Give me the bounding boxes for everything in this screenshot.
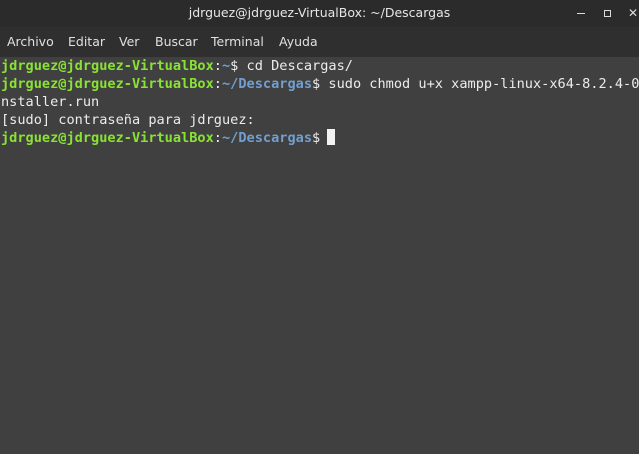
- menu-terminal[interactable]: Terminal: [211, 27, 264, 57]
- terminal-line: jdrguez@jdrguez-VirtualBox:~$ cd Descarg…: [1, 57, 353, 76]
- menu-editar[interactable]: Editar: [68, 27, 105, 57]
- minimize-button[interactable]: [568, 0, 594, 26]
- menu-archivo[interactable]: Archivo: [7, 27, 54, 57]
- minimize-icon: [577, 12, 585, 15]
- maximize-button[interactable]: [594, 0, 620, 26]
- prompt-separator: :: [213, 58, 222, 74]
- menu-ayuda[interactable]: Ayuda: [279, 27, 318, 57]
- command-text: cd Descargas/: [238, 58, 353, 74]
- terminal-line: [sudo] contraseña para jdrguez:: [1, 111, 255, 130]
- menu-buscar[interactable]: Buscar: [155, 27, 198, 57]
- prompt-separator: :: [213, 130, 222, 146]
- prompt-path: ~/Descargas: [221, 130, 313, 146]
- output-text: nstaller.run: [1, 94, 100, 110]
- text-cursor: [327, 129, 336, 145]
- prompt-symbol: $: [312, 130, 321, 146]
- prompt-symbol: $: [312, 76, 321, 92]
- menu-bar: Archivo Editar Ver Buscar Terminal Ayuda: [0, 27, 639, 57]
- terminal-line: nstaller.run: [1, 93, 99, 112]
- title-bar[interactable]: jdrguez@jdrguez-VirtualBox: ~/Descargas …: [0, 0, 639, 27]
- output-text: [sudo] contraseña para jdrguez:: [1, 112, 255, 128]
- window-title: jdrguez@jdrguez-VirtualBox: ~/Descargas: [188, 5, 451, 20]
- close-button[interactable]: ✕: [620, 0, 639, 26]
- prompt-user-host: jdrguez@jdrguez-VirtualBox: [1, 58, 214, 74]
- prompt-separator: :: [213, 76, 222, 92]
- terminal-line: jdrguez@jdrguez-VirtualBox:~/Descargas$ …: [1, 75, 639, 94]
- prompt-path: ~: [221, 58, 231, 74]
- terminal-line: jdrguez@jdrguez-VirtualBox:~/Descargas$: [1, 129, 336, 148]
- command-text: sudo chmod u+x xampp-linux-x64-8.2.4-0-i: [320, 76, 639, 92]
- prompt-user-host: jdrguez@jdrguez-VirtualBox: [1, 76, 214, 92]
- close-icon: ✕: [627, 6, 639, 20]
- prompt-user-host: jdrguez@jdrguez-VirtualBox: [1, 130, 214, 146]
- prompt-path: ~/Descargas: [221, 76, 313, 92]
- terminal-output[interactable]: jdrguez@jdrguez-VirtualBox:~$ cd Descarg…: [0, 57, 639, 454]
- menu-ver[interactable]: Ver: [119, 27, 139, 57]
- terminal-window: jdrguez@jdrguez-VirtualBox: ~/Descargas …: [0, 0, 639, 454]
- maximize-icon: [603, 10, 611, 17]
